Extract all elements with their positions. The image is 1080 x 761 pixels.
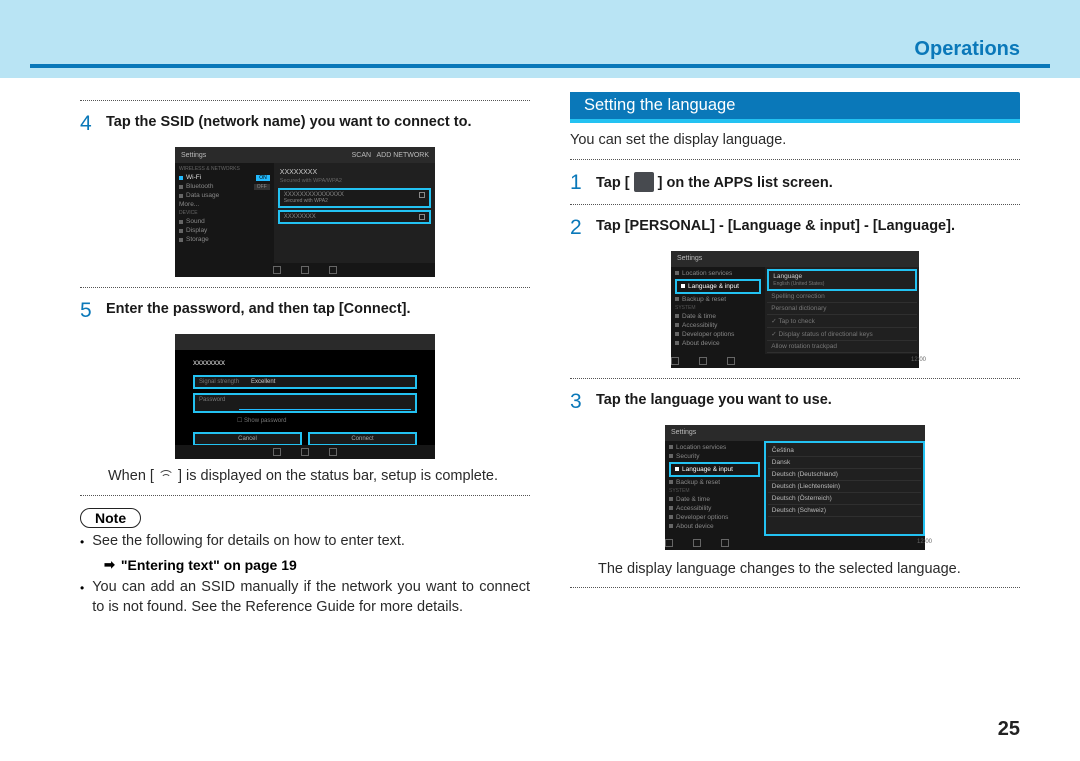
step-number: 1 [570,172,586,194]
divider [570,378,1020,379]
page-number: 25 [998,718,1020,741]
note-label: Note [80,508,141,528]
left-column: 4 Tap the SSID (network name) you want t… [80,92,530,725]
divider [570,159,1020,160]
status-text: When [ ] is displayed on the status bar,… [108,467,530,487]
step-2: 2 Tap [PERSONAL] - [Language & input] - … [570,217,1020,239]
step-text: Tap the language you want to use. [596,391,832,413]
divider [80,100,530,101]
step-text: Enter the password, and then tap [Connec… [106,300,411,322]
step-number: 3 [570,391,586,413]
divider [80,495,530,496]
page-title: Operations [914,38,1020,61]
content: 4 Tap the SSID (network name) you want t… [80,92,1020,725]
section-intro: You can set the display language. [570,131,1020,151]
step-3: 3 Tap the language you want to use. [570,391,1020,413]
outro-text: The display language changes to the sele… [598,560,1020,580]
divider [80,287,530,288]
wifi-icon [158,470,174,482]
divider [570,204,1020,205]
step-number: 2 [570,217,586,239]
bullet-2: •You can add an SSID manually if the net… [80,578,530,617]
section-underline [570,119,1020,123]
screenshot-language-menu: Settings Location services Language & in… [671,251,919,368]
right-column: Setting the language You can set the dis… [570,92,1020,725]
screenshot-wifi-list: SettingsSCAN ADD NETWORK WIRELESS & NETW… [175,147,435,277]
step-text: Tap the SSID (network name) you want to … [106,113,471,135]
step-1: 1 Tap [ ] on the APPS list screen. [570,172,1020,194]
header-rule [30,64,1050,68]
step-number: 4 [80,113,96,135]
section-heading: Setting the language [570,92,1020,120]
step-4: 4 Tap the SSID (network name) you want t… [80,113,530,135]
step-text: Tap [ ] on the APPS list screen. [596,172,833,194]
bullet-1: •See the following for details on how to… [80,532,530,552]
settings-icon [634,172,654,192]
step-number: 5 [80,300,96,322]
screenshot-wifi-password: xxxxxxxx Signal strengthExcellent Passwo… [175,334,435,459]
link-entering-text[interactable]: "Entering text" on page 19 [104,557,297,573]
divider [570,587,1020,588]
step-5: 5 Enter the password, and then tap [Conn… [80,300,530,322]
screenshot-language-list: Settings Location services Security Lang… [665,425,925,550]
step-text: Tap [PERSONAL] - [Language & input] - [L… [596,217,955,239]
